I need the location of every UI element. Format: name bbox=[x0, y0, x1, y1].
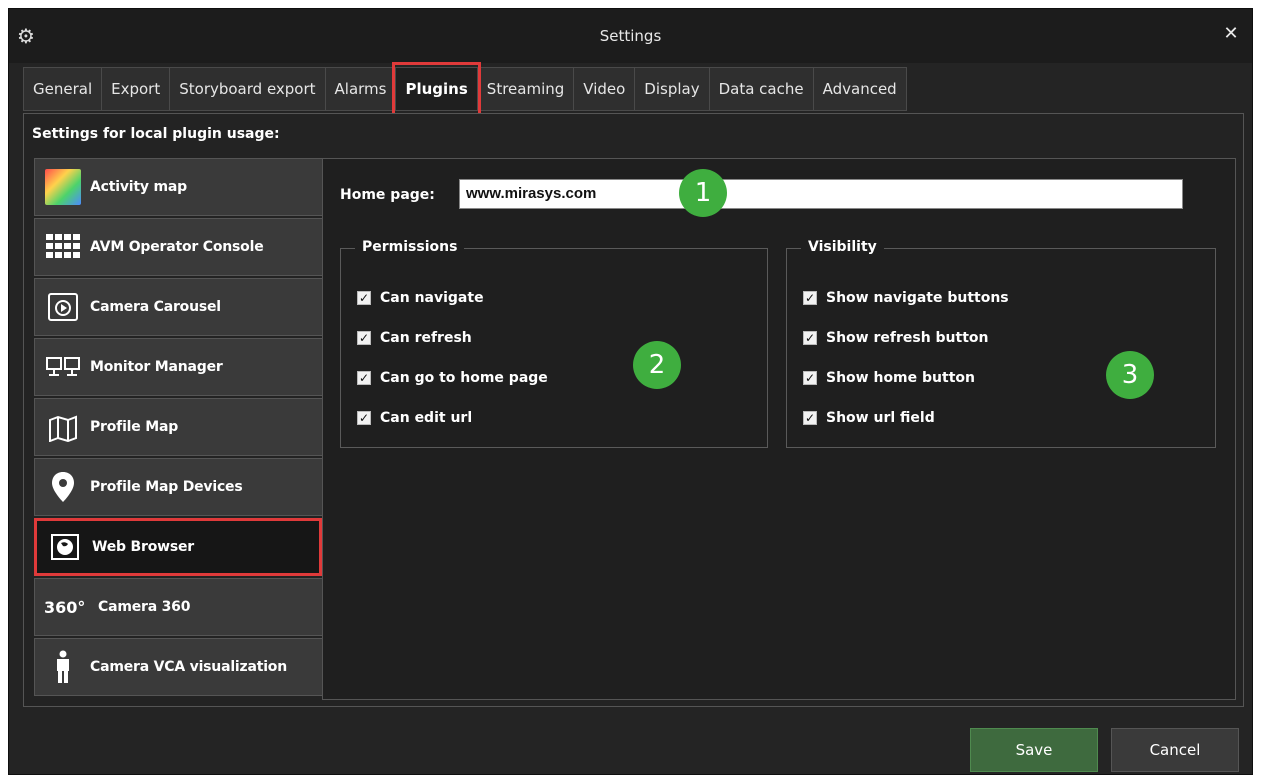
heatmap-icon bbox=[44, 168, 82, 206]
plugin-item-monitor-manager[interactable]: Monitor Manager bbox=[34, 338, 326, 396]
tab-general[interactable]: General bbox=[23, 67, 102, 111]
plugin-list: Activity map AVM Operator Console Camera… bbox=[34, 158, 326, 698]
checkbox-can-navigate[interactable]: ✓ Can navigate bbox=[357, 290, 484, 306]
checkbox-checked-icon: ✓ bbox=[803, 331, 817, 345]
plugin-label: Profile Map Devices bbox=[90, 479, 243, 495]
panel-caption: Settings for local plugin usage: bbox=[32, 126, 280, 142]
window-title: Settings bbox=[599, 27, 662, 45]
checkbox-checked-icon: ✓ bbox=[803, 411, 817, 425]
tab-bar: General Export Storyboard export Alarms … bbox=[23, 62, 907, 124]
step-badge-3: 3 bbox=[1106, 351, 1154, 399]
map-icon bbox=[44, 408, 82, 446]
step-badge-1: 1 bbox=[679, 169, 727, 217]
check-label: Can refresh bbox=[380, 330, 472, 346]
check-label: Show home button bbox=[826, 370, 975, 386]
plugin-item-camera-carousel[interactable]: Camera Carousel bbox=[34, 278, 326, 336]
permissions-legend: Permissions bbox=[355, 239, 465, 255]
checkbox-show-navigate-buttons[interactable]: ✓ Show navigate buttons bbox=[803, 290, 1009, 306]
plugin-item-profile-map[interactable]: Profile Map bbox=[34, 398, 326, 456]
checkbox-can-go-to-home-page[interactable]: ✓ Can go to home page bbox=[357, 370, 548, 386]
tab-storyboard-export[interactable]: Storyboard export bbox=[169, 67, 325, 111]
checkbox-show-url-field[interactable]: ✓ Show url field bbox=[803, 410, 935, 426]
plugin-item-activity-map[interactable]: Activity map bbox=[34, 158, 326, 216]
check-label: Show refresh button bbox=[826, 330, 989, 346]
plugin-label: Profile Map bbox=[90, 419, 179, 435]
map-pin-icon bbox=[44, 468, 82, 506]
check-label: Show url field bbox=[826, 410, 935, 426]
close-icon[interactable]: ✕ bbox=[1220, 23, 1242, 45]
video-wall-icon bbox=[44, 228, 82, 266]
checkbox-checked-icon: ✓ bbox=[803, 371, 817, 385]
plugin-settings-content: Home page: www.mirasys.com 1 Permissions… bbox=[322, 158, 1236, 700]
check-label: Can navigate bbox=[380, 290, 484, 306]
plugin-label: AVM Operator Console bbox=[90, 239, 264, 255]
monitors-icon bbox=[44, 348, 82, 386]
check-label: Show navigate buttons bbox=[826, 290, 1009, 306]
checkbox-checked-icon: ✓ bbox=[357, 331, 371, 345]
tab-display[interactable]: Display bbox=[634, 67, 709, 111]
tab-plugins[interactable]: Plugins bbox=[392, 62, 482, 124]
save-button[interactable]: Save bbox=[970, 728, 1098, 772]
tab-export[interactable]: Export bbox=[101, 67, 170, 111]
plugin-label: Camera 360 bbox=[98, 599, 191, 615]
home-page-label: Home page: bbox=[340, 187, 435, 203]
checkbox-checked-icon: ✓ bbox=[357, 411, 371, 425]
tab-video[interactable]: Video bbox=[573, 67, 635, 111]
plugin-item-camera-360[interactable]: 360° Camera 360 bbox=[34, 578, 326, 636]
check-label: Can edit url bbox=[380, 410, 473, 426]
tab-alarms[interactable]: Alarms bbox=[324, 67, 396, 111]
step-badge-2: 2 bbox=[633, 341, 681, 389]
tab-advanced[interactable]: Advanced bbox=[812, 67, 907, 111]
checkbox-checked-icon: ✓ bbox=[357, 371, 371, 385]
checkbox-can-refresh[interactable]: ✓ Can refresh bbox=[357, 330, 472, 346]
cancel-button[interactable]: Cancel bbox=[1111, 728, 1239, 772]
checkbox-can-edit-url[interactable]: ✓ Can edit url bbox=[357, 410, 472, 426]
visibility-legend: Visibility bbox=[801, 239, 884, 255]
checkbox-show-home-button[interactable]: ✓ Show home button bbox=[803, 370, 975, 386]
globe-icon bbox=[46, 528, 84, 566]
plugin-item-web-browser[interactable]: Web Browser bbox=[34, 518, 322, 576]
permissions-group: Permissions ✓ Can navigate ✓ Can refresh… bbox=[340, 239, 768, 448]
title-bar: ⚙ Settings ✕ bbox=[9, 9, 1252, 63]
home-page-input[interactable]: www.mirasys.com bbox=[459, 179, 1183, 209]
checkbox-checked-icon: ✓ bbox=[357, 291, 371, 305]
plugin-item-profile-map-devices[interactable]: Profile Map Devices bbox=[34, 458, 326, 516]
plugin-label: Activity map bbox=[90, 179, 187, 195]
plugins-panel: Settings for local plugin usage: Activit… bbox=[23, 113, 1244, 707]
tab-streaming[interactable]: Streaming bbox=[476, 67, 574, 111]
plugin-label: Camera Carousel bbox=[90, 299, 221, 315]
plugin-item-avm-operator-console[interactable]: AVM Operator Console bbox=[34, 218, 326, 276]
plugin-label: Monitor Manager bbox=[90, 359, 223, 375]
check-label: Can go to home page bbox=[380, 370, 548, 386]
settings-window: ⚙ Settings ✕ General Export Storyboard e… bbox=[8, 8, 1253, 775]
checkbox-checked-icon: ✓ bbox=[803, 291, 817, 305]
tab-data-cache[interactable]: Data cache bbox=[708, 67, 813, 111]
visibility-group: Visibility ✓ Show navigate buttons ✓ Sho… bbox=[786, 239, 1216, 448]
plugin-item-camera-vca-visualization[interactable]: Camera VCA visualization bbox=[34, 638, 326, 696]
360-icon: 360° bbox=[44, 597, 86, 617]
checkbox-show-refresh-button[interactable]: ✓ Show refresh button bbox=[803, 330, 989, 346]
carousel-icon bbox=[44, 288, 82, 326]
person-icon bbox=[44, 648, 82, 686]
plugin-label: Web Browser bbox=[92, 539, 194, 555]
plugin-label: Camera VCA visualization bbox=[90, 659, 287, 675]
